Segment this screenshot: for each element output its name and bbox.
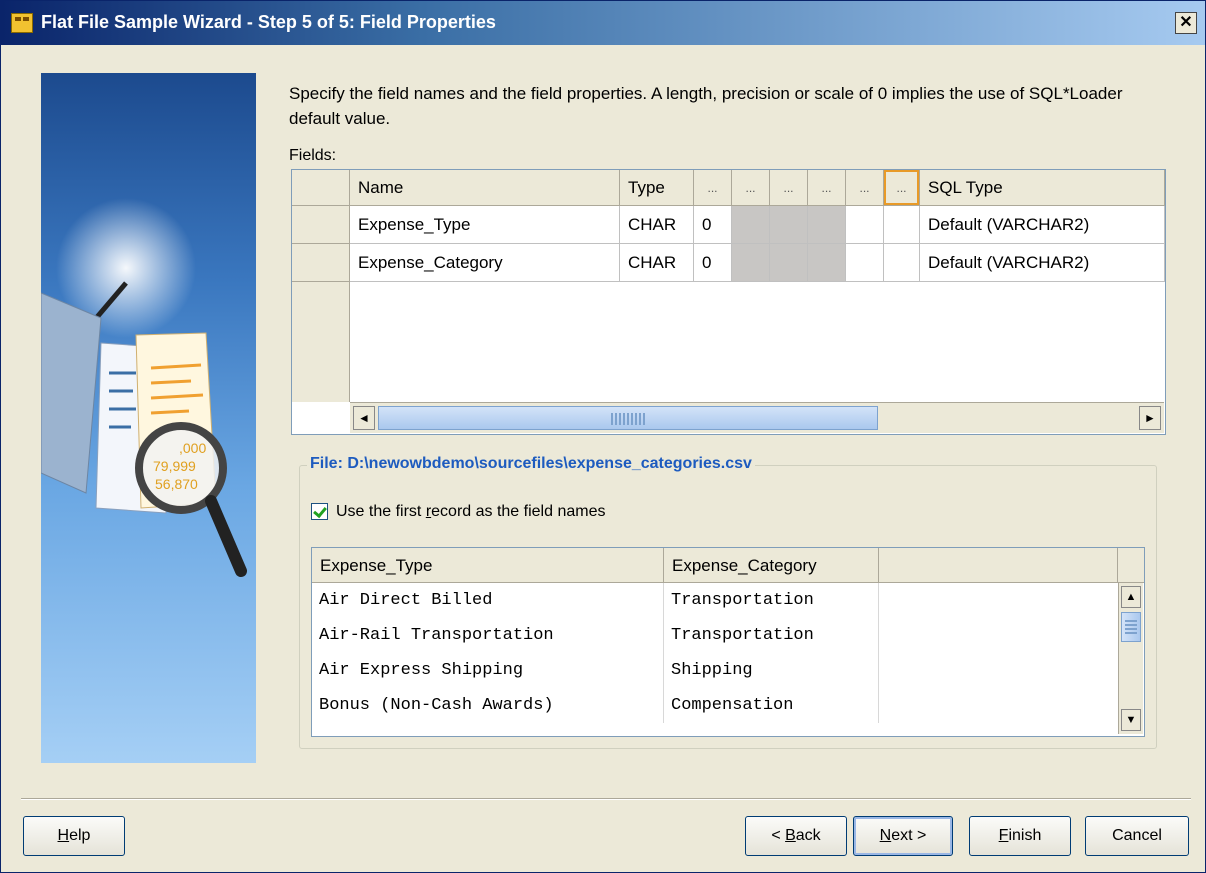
first-record-checkbox-row[interactable]: Use the first record as the field names bbox=[311, 501, 605, 523]
cell-disabled bbox=[808, 244, 846, 282]
col-header-precision[interactable]: ... bbox=[732, 170, 770, 206]
help-button[interactable]: Help bbox=[23, 816, 125, 856]
svg-text:,000: ,000 bbox=[179, 440, 206, 456]
preview-col-header[interactable]: Expense_Category bbox=[664, 548, 879, 583]
back-mnemonic: B bbox=[785, 827, 796, 844]
help-label: elp bbox=[69, 827, 91, 844]
cell-disabled bbox=[808, 206, 846, 244]
next-mnemonic: N bbox=[879, 827, 892, 844]
cell-type[interactable]: CHAR bbox=[620, 206, 694, 244]
col-header-col8[interactable]: ... bbox=[884, 170, 920, 206]
row-header-empty bbox=[292, 282, 350, 402]
preview-cell: Air Express Shipping bbox=[312, 653, 664, 688]
preview-col-header[interactable]: Expense_Type bbox=[312, 548, 664, 583]
cell-disabled bbox=[732, 244, 770, 282]
cell-empty[interactable] bbox=[846, 206, 884, 244]
col-header-length[interactable]: ... bbox=[694, 170, 732, 206]
cell-name[interactable]: Expense_Category bbox=[350, 244, 620, 282]
scroll-down-icon[interactable]: ▼ bbox=[1121, 709, 1141, 731]
preview-cell: Air-Rail Transportation bbox=[312, 618, 664, 653]
back-label: ack bbox=[795, 827, 821, 844]
preview-corner-header bbox=[1118, 548, 1144, 583]
finish-button[interactable]: Finish bbox=[969, 816, 1071, 856]
close-icon[interactable]: ✕ bbox=[1175, 12, 1197, 34]
footer-separator bbox=[21, 798, 1191, 800]
scroll-thumb[interactable] bbox=[1121, 612, 1141, 642]
row-header-1[interactable] bbox=[292, 206, 350, 244]
checkbox-checked-icon[interactable] bbox=[311, 503, 328, 521]
cell-empty[interactable] bbox=[884, 244, 920, 282]
finish-mnemonic: F bbox=[998, 827, 1009, 844]
grip-icon bbox=[611, 413, 647, 425]
cell-empty[interactable] bbox=[884, 206, 920, 244]
app-icon bbox=[11, 13, 33, 33]
preview-cell: Transportation bbox=[664, 583, 879, 618]
preview-cell: Air Direct Billed bbox=[312, 583, 664, 618]
next-label: ext > bbox=[891, 827, 927, 844]
col-header-col6[interactable]: ... bbox=[808, 170, 846, 206]
scroll-left-icon[interactable]: ◄ bbox=[353, 406, 375, 430]
svg-text:79,999: 79,999 bbox=[153, 458, 196, 474]
cancel-button[interactable]: Cancel bbox=[1085, 816, 1189, 856]
back-button[interactable]: < Back bbox=[745, 816, 847, 856]
cell-name[interactable]: Expense_Type bbox=[350, 206, 620, 244]
next-button[interactable]: Next > bbox=[853, 816, 953, 856]
wizard-window: Flat File Sample Wizard - Step 5 of 5: F… bbox=[0, 0, 1206, 873]
cell-disabled bbox=[770, 244, 808, 282]
file-path-legend: File: D:\newowbdemo\sourcefiles\expense_… bbox=[307, 455, 755, 473]
wizard-banner-image: ,000 79,999 56,870 bbox=[41, 73, 256, 763]
grip-icon bbox=[1125, 620, 1137, 634]
preview-cell: Bonus (Non-Cash Awards) bbox=[312, 688, 664, 723]
preview-col-header-empty bbox=[879, 548, 1118, 583]
window-title: Flat File Sample Wizard - Step 5 of 5: F… bbox=[41, 12, 496, 32]
help-mnemonic: H bbox=[57, 827, 70, 844]
fields-label: Fields: bbox=[289, 147, 337, 164]
cell-sql-type[interactable]: Default (VARCHAR2) bbox=[920, 206, 1165, 244]
col-header-sql-type[interactable]: SQL Type bbox=[920, 170, 1165, 206]
cell-sql-type[interactable]: Default (VARCHAR2) bbox=[920, 244, 1165, 282]
vertical-scrollbar[interactable]: ▲ ▼ bbox=[1118, 583, 1143, 734]
checkbox-label-pre: Use the first bbox=[336, 503, 426, 520]
data-preview-table[interactable]: Expense_Type Expense_Category Air Direct… bbox=[311, 547, 1145, 737]
scroll-right-icon[interactable]: ► bbox=[1139, 406, 1161, 430]
fields-grid[interactable]: Name Type ... ... ... ... ... ... SQL Ty… bbox=[291, 169, 1166, 435]
checkbox-label-post: ecord as the field names bbox=[431, 503, 606, 520]
col-header-name[interactable]: Name bbox=[350, 170, 620, 206]
cell-empty[interactable] bbox=[846, 244, 884, 282]
back-prefix: < bbox=[771, 827, 786, 844]
preview-cell: Transportation bbox=[664, 618, 879, 653]
cell-disabled bbox=[770, 206, 808, 244]
col-header-col7[interactable]: ... bbox=[846, 170, 884, 206]
instructions-text: Specify the field names and the field pr… bbox=[289, 84, 1123, 128]
preview-cell: Compensation bbox=[664, 688, 879, 723]
col-header-scale[interactable]: ... bbox=[770, 170, 808, 206]
col-header-type[interactable]: Type bbox=[620, 170, 694, 206]
grid-corner-header bbox=[292, 170, 350, 206]
cell-length[interactable]: 0 bbox=[694, 206, 732, 244]
title-bar[interactable]: Flat File Sample Wizard - Step 5 of 5: F… bbox=[1, 1, 1205, 45]
finish-label: inish bbox=[1008, 827, 1042, 844]
cell-disabled bbox=[732, 206, 770, 244]
preview-cell: Shipping bbox=[664, 653, 879, 688]
scroll-up-icon[interactable]: ▲ bbox=[1121, 586, 1141, 608]
cell-type[interactable]: CHAR bbox=[620, 244, 694, 282]
row-header-2[interactable] bbox=[292, 244, 350, 282]
cell-length[interactable]: 0 bbox=[694, 244, 732, 282]
scroll-thumb[interactable] bbox=[378, 406, 878, 430]
svg-text:56,870: 56,870 bbox=[155, 476, 198, 492]
horizontal-scrollbar[interactable]: ◄ ► bbox=[350, 402, 1164, 433]
